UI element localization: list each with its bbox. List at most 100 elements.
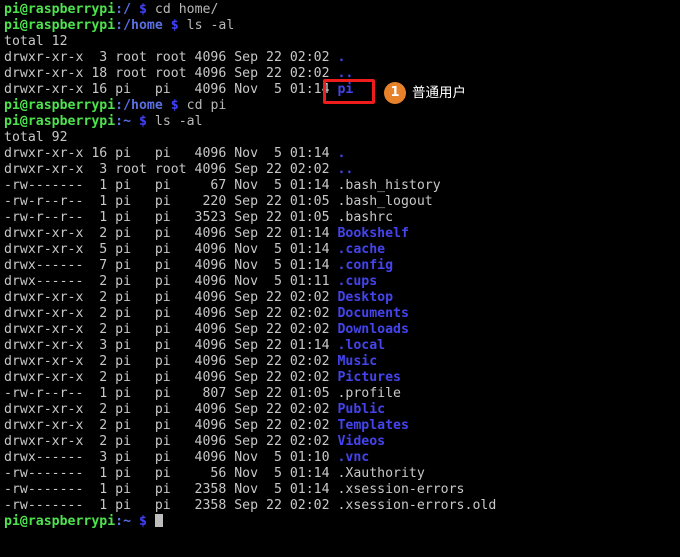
- file-metadata: drwxr-xr-x 2 pi pi 4096 Sep 22 02:02: [4, 402, 338, 417]
- terminal-output-line: total 92: [4, 130, 676, 146]
- prompt-user: pi@raspberrypi: [4, 114, 116, 129]
- terminal-prompt-line: pi@raspberrypi:/home $ ls -al: [4, 18, 676, 34]
- file-metadata: drwxr-xr-x 5 pi pi 4096 Nov 5 01:14: [4, 242, 338, 257]
- directory-name: Downloads: [337, 322, 409, 337]
- file-metadata: drwx------ 2 pi pi 4096 Nov 5 01:11: [4, 274, 338, 289]
- file-listing-row: drwxr-xr-x 16 pi pi 4096 Nov 5 01:14 .: [4, 146, 676, 162]
- file-metadata: drwxr-xr-x 16 pi pi 4096 Nov 5 01:14: [4, 82, 338, 97]
- prompt-path: /: [123, 2, 132, 17]
- file-metadata: drwxr-xr-x 2 pi pi 4096 Sep 22 01:14: [4, 226, 338, 241]
- file-name: .bash_history: [337, 178, 441, 193]
- terminal-output-line: total 12: [4, 34, 676, 50]
- file-metadata: drwxr-xr-x 2 pi pi 4096 Sep 22 02:02: [4, 306, 338, 321]
- terminal-screen[interactable]: pi@raspberrypi:/ $ cd home/pi@raspberryp…: [4, 2, 676, 530]
- prompt-user: pi@raspberrypi: [4, 2, 116, 17]
- file-metadata: drwxr-xr-x 2 pi pi 4096 Sep 22 02:02: [4, 354, 338, 369]
- prompt-path: /home: [123, 18, 163, 33]
- file-listing-row: -rw------- 1 pi pi 67 Nov 5 01:14 .bash_…: [4, 178, 676, 194]
- directory-name: Desktop: [337, 290, 394, 305]
- terminal-command-text: ls -al: [146, 114, 203, 129]
- file-metadata: -rw------- 1 pi pi 2358 Nov 5 01:14: [4, 482, 338, 497]
- terminal-prompt-line: pi@raspberrypi:~ $ ls -al: [4, 114, 676, 130]
- file-name: .bashrc: [337, 210, 394, 225]
- directory-name: ..: [337, 66, 354, 81]
- directory-name: .local: [337, 338, 386, 353]
- terminal-prompt-line: pi@raspberrypi:/home $ cd pi: [4, 98, 676, 114]
- file-metadata: drwx------ 3 pi pi 4096 Nov 5 01:10: [4, 450, 338, 465]
- prompt-dollar-sign: $: [139, 2, 147, 17]
- terminal-prompt-line: pi@raspberrypi:/ $ cd home/: [4, 2, 676, 18]
- file-listing-row: drwxr-xr-x 16 pi pi 4096 Nov 5 01:14 pi: [4, 82, 676, 98]
- terminal-command-text: cd pi: [178, 98, 227, 113]
- file-metadata: drwxr-xr-x 3 root root 4096 Sep 22 02:02: [4, 162, 338, 177]
- prompt-colon: :: [115, 514, 124, 529]
- prompt-colon: :: [115, 114, 124, 129]
- file-listing-row: -rw-r--r-- 1 pi pi 3523 Sep 22 01:05 .ba…: [4, 210, 676, 226]
- directory-name: .vnc: [337, 450, 370, 465]
- file-listing-row: -rw-r--r-- 1 pi pi 220 Sep 22 01:05 .bas…: [4, 194, 676, 210]
- file-listing-row: drwxr-xr-x 2 pi pi 4096 Sep 22 02:02 Mus…: [4, 354, 676, 370]
- terminal-window[interactable]: pi@raspberrypi:/ $ cd home/pi@raspberryp…: [0, 0, 680, 557]
- prompt-dollar-sign: $: [170, 98, 179, 113]
- file-listing-row: drwxr-xr-x 2 pi pi 4096 Sep 22 02:02 Vid…: [4, 434, 676, 450]
- terminal-command-text: ls -al: [178, 18, 235, 33]
- file-metadata: drwxr-xr-x 2 pi pi 4096 Sep 22 02:02: [4, 370, 338, 385]
- file-metadata: drwxr-xr-x 2 pi pi 4096 Sep 22 02:02: [4, 434, 338, 449]
- prompt-user: pi@raspberrypi: [4, 98, 116, 113]
- directory-name: .: [337, 146, 346, 161]
- file-name: .Xauthority: [337, 466, 425, 481]
- prompt-colon: :: [115, 98, 124, 113]
- file-listing-row: drwxr-xr-x 2 pi pi 4096 Sep 22 02:02 Tem…: [4, 418, 676, 434]
- file-metadata: drwxr-xr-x 18 root root 4096 Sep 22 02:0…: [4, 66, 338, 81]
- file-listing-row: -rw-r--r-- 1 pi pi 807 Sep 22 01:05 .pro…: [4, 386, 676, 402]
- terminal-prompt-line: pi@raspberrypi:~ $: [4, 514, 676, 530]
- terminal-command-text: [147, 514, 155, 529]
- file-listing-row: drwx------ 2 pi pi 4096 Nov 5 01:11 .cup…: [4, 274, 676, 290]
- prompt-dollar-sign: $: [139, 514, 147, 529]
- file-metadata: drwxr-xr-x 2 pi pi 4096 Sep 22 02:02: [4, 322, 338, 337]
- prompt-dollar-sign: $: [139, 114, 147, 129]
- file-name: .bash_logout: [337, 194, 433, 209]
- file-listing-row: drwxr-xr-x 2 pi pi 4096 Sep 22 02:02 Des…: [4, 290, 676, 306]
- file-metadata: -rw-r--r-- 1 pi pi 807 Sep 22 01:05: [4, 386, 338, 401]
- file-metadata: drwxr-xr-x 2 pi pi 4096 Sep 22 02:02: [4, 290, 338, 305]
- directory-name: .cups: [337, 274, 378, 289]
- prompt-user: pi@raspberrypi: [4, 18, 116, 33]
- directory-name: Videos: [337, 434, 386, 449]
- output-text: total 92: [4, 130, 68, 145]
- prompt-user: pi@raspberrypi: [4, 514, 116, 529]
- file-listing-row: drwxr-xr-x 2 pi pi 4096 Sep 22 02:02 Pub…: [4, 402, 676, 418]
- file-metadata: -rw------- 1 pi pi 2358 Sep 22 02:02: [4, 498, 338, 513]
- terminal-command-text: cd home/: [146, 2, 219, 17]
- directory-name: ..: [337, 162, 354, 177]
- directory-name: Pictures: [337, 370, 401, 385]
- file-listing-row: drwx------ 7 pi pi 4096 Nov 5 01:14 .con…: [4, 258, 676, 274]
- directory-name: .: [337, 50, 346, 65]
- annotation-marker-1: 1: [384, 82, 406, 104]
- output-text: total 12: [4, 34, 68, 49]
- file-listing-row: drwxr-xr-x 2 pi pi 4096 Sep 22 01:14 Boo…: [4, 226, 676, 242]
- file-listing-row: -rw------- 1 pi pi 56 Nov 5 01:14 .Xauth…: [4, 466, 676, 482]
- file-metadata: -rw-r--r-- 1 pi pi 3523 Sep 22 01:05: [4, 210, 338, 225]
- file-listing-row: drwxr-xr-x 2 pi pi 4096 Sep 22 02:02 Dow…: [4, 322, 676, 338]
- directory-name: Templates: [337, 418, 409, 433]
- file-metadata: drwxr-xr-x 2 pi pi 4096 Sep 22 02:02: [4, 418, 338, 433]
- file-metadata: -rw------- 1 pi pi 67 Nov 5 01:14: [4, 178, 338, 193]
- file-metadata: drwxr-xr-x 16 pi pi 4096 Nov 5 01:14: [4, 146, 338, 161]
- file-listing-row: -rw------- 1 pi pi 2358 Sep 22 02:02 .xs…: [4, 498, 676, 514]
- prompt-colon: :: [115, 18, 124, 33]
- terminal-cursor[interactable]: [154, 514, 163, 527]
- file-listing-row: drwxr-xr-x 3 root root 4096 Sep 22 02:02…: [4, 50, 676, 66]
- file-name: .profile: [337, 386, 401, 401]
- file-metadata: -rw-r--r-- 1 pi pi 220 Sep 22 01:05: [4, 194, 338, 209]
- directory-name: Documents: [337, 306, 409, 321]
- file-listing-row: drwxr-xr-x 2 pi pi 4096 Sep 22 02:02 Doc…: [4, 306, 676, 322]
- file-listing-row: drwxr-xr-x 3 root root 4096 Sep 22 02:02…: [4, 162, 676, 178]
- file-name: .xsession-errors.old: [337, 498, 497, 513]
- annotation-label-normal-user: 普通用户: [412, 85, 466, 101]
- file-listing-row: -rw------- 1 pi pi 2358 Nov 5 01:14 .xse…: [4, 482, 676, 498]
- prompt-dollar-sign: $: [170, 18, 179, 33]
- file-listing-row: drwxr-xr-x 3 pi pi 4096 Sep 22 01:14 .lo…: [4, 338, 676, 354]
- file-listing-row: drwx------ 3 pi pi 4096 Nov 5 01:10 .vnc: [4, 450, 676, 466]
- file-listing-row: drwxr-xr-x 5 pi pi 4096 Nov 5 01:14 .cac…: [4, 242, 676, 258]
